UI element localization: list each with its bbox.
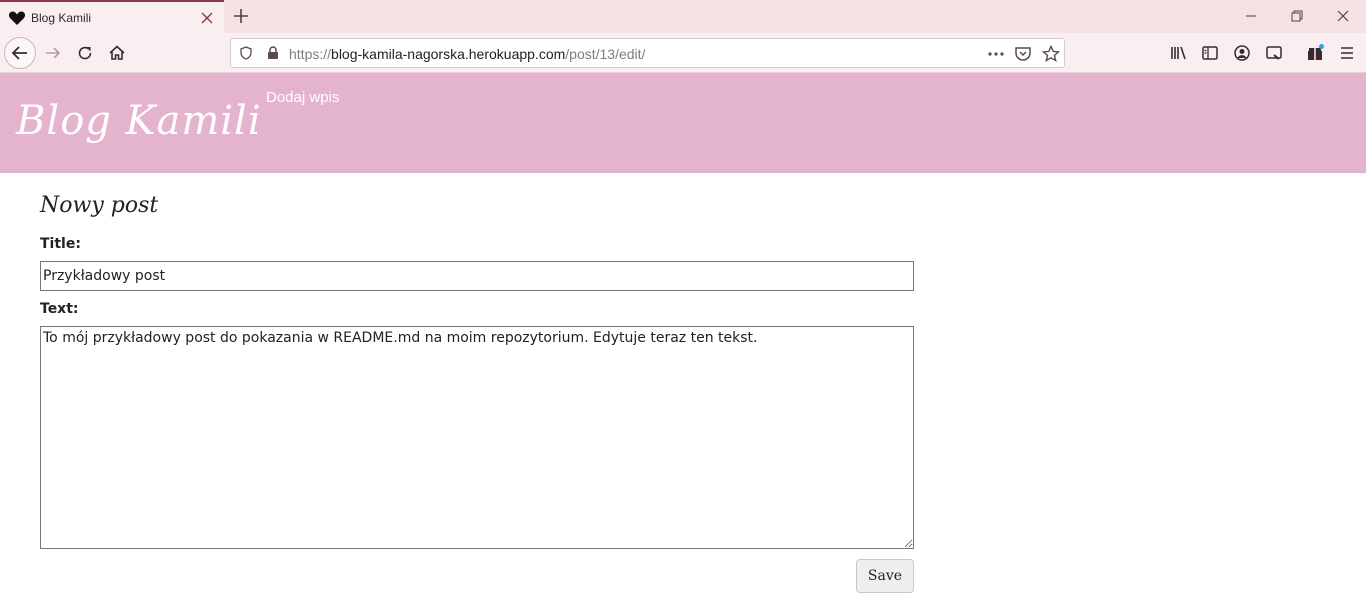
url-bar[interactable]: https://blog-kamila-nagorska.herokuapp.c… bbox=[230, 38, 1065, 68]
library-icon[interactable] bbox=[1169, 43, 1189, 63]
site-header: Blog Kamili Dodaj wpis bbox=[0, 73, 1366, 173]
text-textarea[interactable]: To mój przykładowy post do pokazania w R… bbox=[40, 326, 914, 549]
menu-icon[interactable] bbox=[1337, 43, 1357, 63]
site-logo[interactable]: Blog Kamili bbox=[16, 98, 262, 144]
title-label: Title: bbox=[40, 236, 81, 252]
reload-icon[interactable] bbox=[75, 43, 95, 63]
new-tab-icon[interactable] bbox=[231, 6, 251, 26]
shield-icon[interactable] bbox=[238, 45, 254, 61]
forward-icon[interactable] bbox=[43, 43, 63, 63]
close-tab-icon[interactable] bbox=[199, 10, 215, 26]
page-title: Nowy post bbox=[40, 193, 159, 218]
url-path: /post/13/edit/ bbox=[565, 46, 646, 62]
tab-title: Blog Kamili bbox=[31, 11, 92, 25]
save-button[interactable]: Save bbox=[856, 559, 914, 593]
restore-icon[interactable] bbox=[1289, 8, 1305, 24]
star-icon[interactable] bbox=[1041, 44, 1061, 64]
url-scheme: https:// bbox=[289, 46, 332, 62]
url-text: https://blog-kamila-nagorska.herokuapp.c… bbox=[289, 46, 645, 62]
back-icon[interactable] bbox=[4, 37, 36, 69]
account-icon[interactable] bbox=[1232, 43, 1252, 63]
more-icon[interactable] bbox=[986, 44, 1006, 64]
heart-icon bbox=[8, 9, 26, 27]
add-post-link[interactable]: Dodaj wpis bbox=[266, 89, 339, 106]
close-icon[interactable] bbox=[1335, 8, 1351, 24]
home-icon[interactable] bbox=[107, 43, 127, 63]
url-host: blog-kamila-nagorska.herokuapp.com bbox=[331, 46, 566, 62]
tab-strip: Blog Kamili bbox=[0, 0, 1366, 33]
pocket-icon[interactable] bbox=[1013, 44, 1033, 64]
tab-blog-kamili[interactable]: Blog Kamili bbox=[0, 0, 224, 33]
title-input[interactable] bbox=[40, 261, 914, 291]
screenshot-icon[interactable] bbox=[1264, 43, 1284, 63]
navigation-toolbar: https://blog-kamila-nagorska.herokuapp.c… bbox=[0, 33, 1366, 73]
text-label: Text: bbox=[40, 301, 79, 317]
minimize-icon[interactable] bbox=[1243, 8, 1259, 24]
lock-icon[interactable] bbox=[265, 45, 281, 61]
sidebar-icon[interactable] bbox=[1200, 43, 1220, 63]
extensions-icon[interactable] bbox=[1305, 43, 1325, 63]
